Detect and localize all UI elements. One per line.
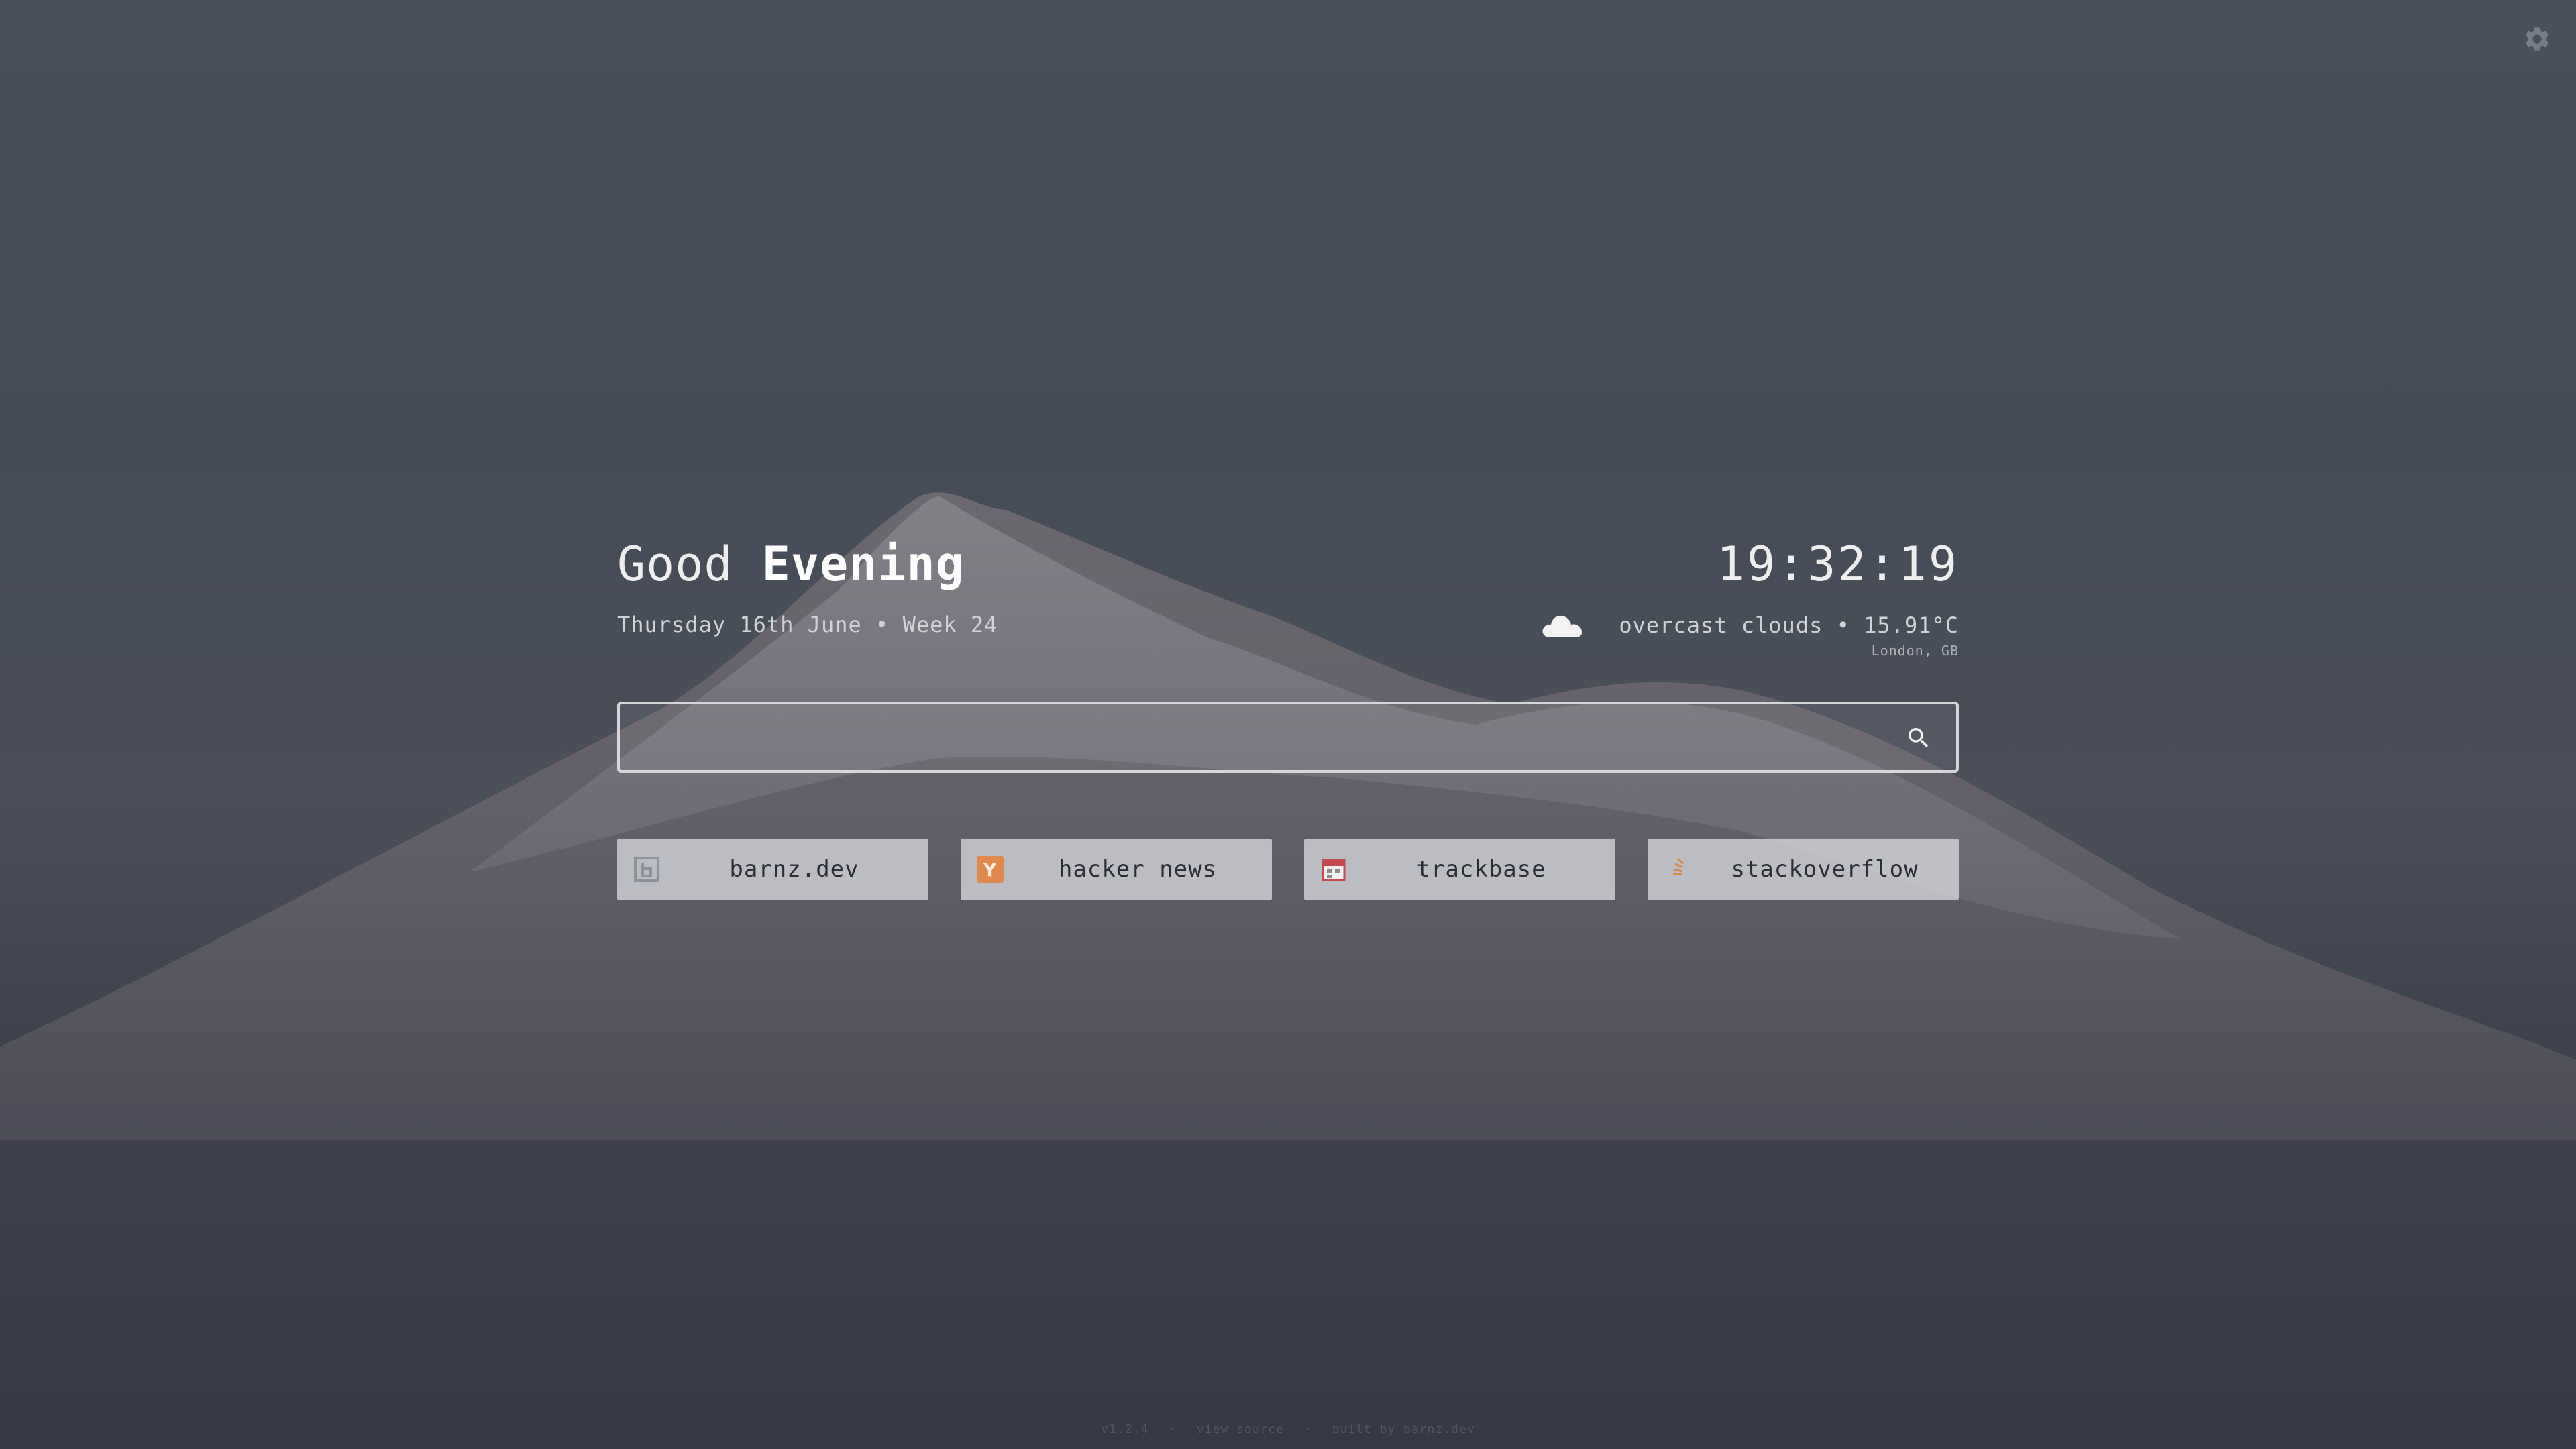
link-label: stackoverflow <box>1731 856 1919 883</box>
weather-description: overcast clouds • 15.91°C <box>1619 612 1959 638</box>
search-box <box>617 702 1959 773</box>
footer-separator: · <box>1303 1422 1312 1436</box>
gear-icon <box>2525 27 2549 51</box>
link-hacker-news[interactable]: Y hacker news <box>961 839 1272 900</box>
view-source-link[interactable]: view source <box>1197 1422 1284 1436</box>
barnz-favicon <box>633 856 660 883</box>
search-button[interactable] <box>1905 724 1932 751</box>
footer: v1.2.4 · view source · built by barnz.de… <box>0 1422 2576 1436</box>
clock: 19:32:19 <box>1716 537 1959 592</box>
footer-separator: · <box>1169 1422 1177 1436</box>
link-barnz-dev[interactable]: barnz.dev <box>617 839 928 900</box>
hacker-news-favicon: Y <box>977 856 1004 883</box>
settings-button[interactable] <box>2522 24 2552 54</box>
link-label: trackbase <box>1416 856 1546 883</box>
trackbase-favicon <box>1320 856 1347 883</box>
stackoverflow-favicon <box>1664 856 1690 883</box>
built-by-text: built by <box>1332 1422 1396 1436</box>
quick-links: barnz.dev Y hacker news trackbase stacko… <box>617 839 1959 900</box>
version-text: v1.2.4 <box>1101 1422 1149 1436</box>
link-stackoverflow[interactable]: stackoverflow <box>1648 839 1959 900</box>
link-trackbase[interactable]: trackbase <box>1304 839 1615 900</box>
weather-location: London, GB <box>1871 643 1959 659</box>
cloud-icon <box>1542 615 1582 637</box>
greeting-period: Evening <box>761 537 965 592</box>
greeting: Good Evening <box>617 537 965 592</box>
weather-widget: overcast clouds • 15.91°C <box>1541 612 1959 639</box>
date-text: Thursday 16th June • Week 24 <box>617 612 998 637</box>
greeting-prefix: Good <box>617 537 733 592</box>
search-icon <box>1909 728 1929 748</box>
search-input[interactable] <box>620 704 1868 770</box>
link-label: hacker news <box>1058 856 1218 883</box>
author-link[interactable]: barnz.dev <box>1403 1422 1475 1436</box>
link-label: barnz.dev <box>729 856 859 883</box>
